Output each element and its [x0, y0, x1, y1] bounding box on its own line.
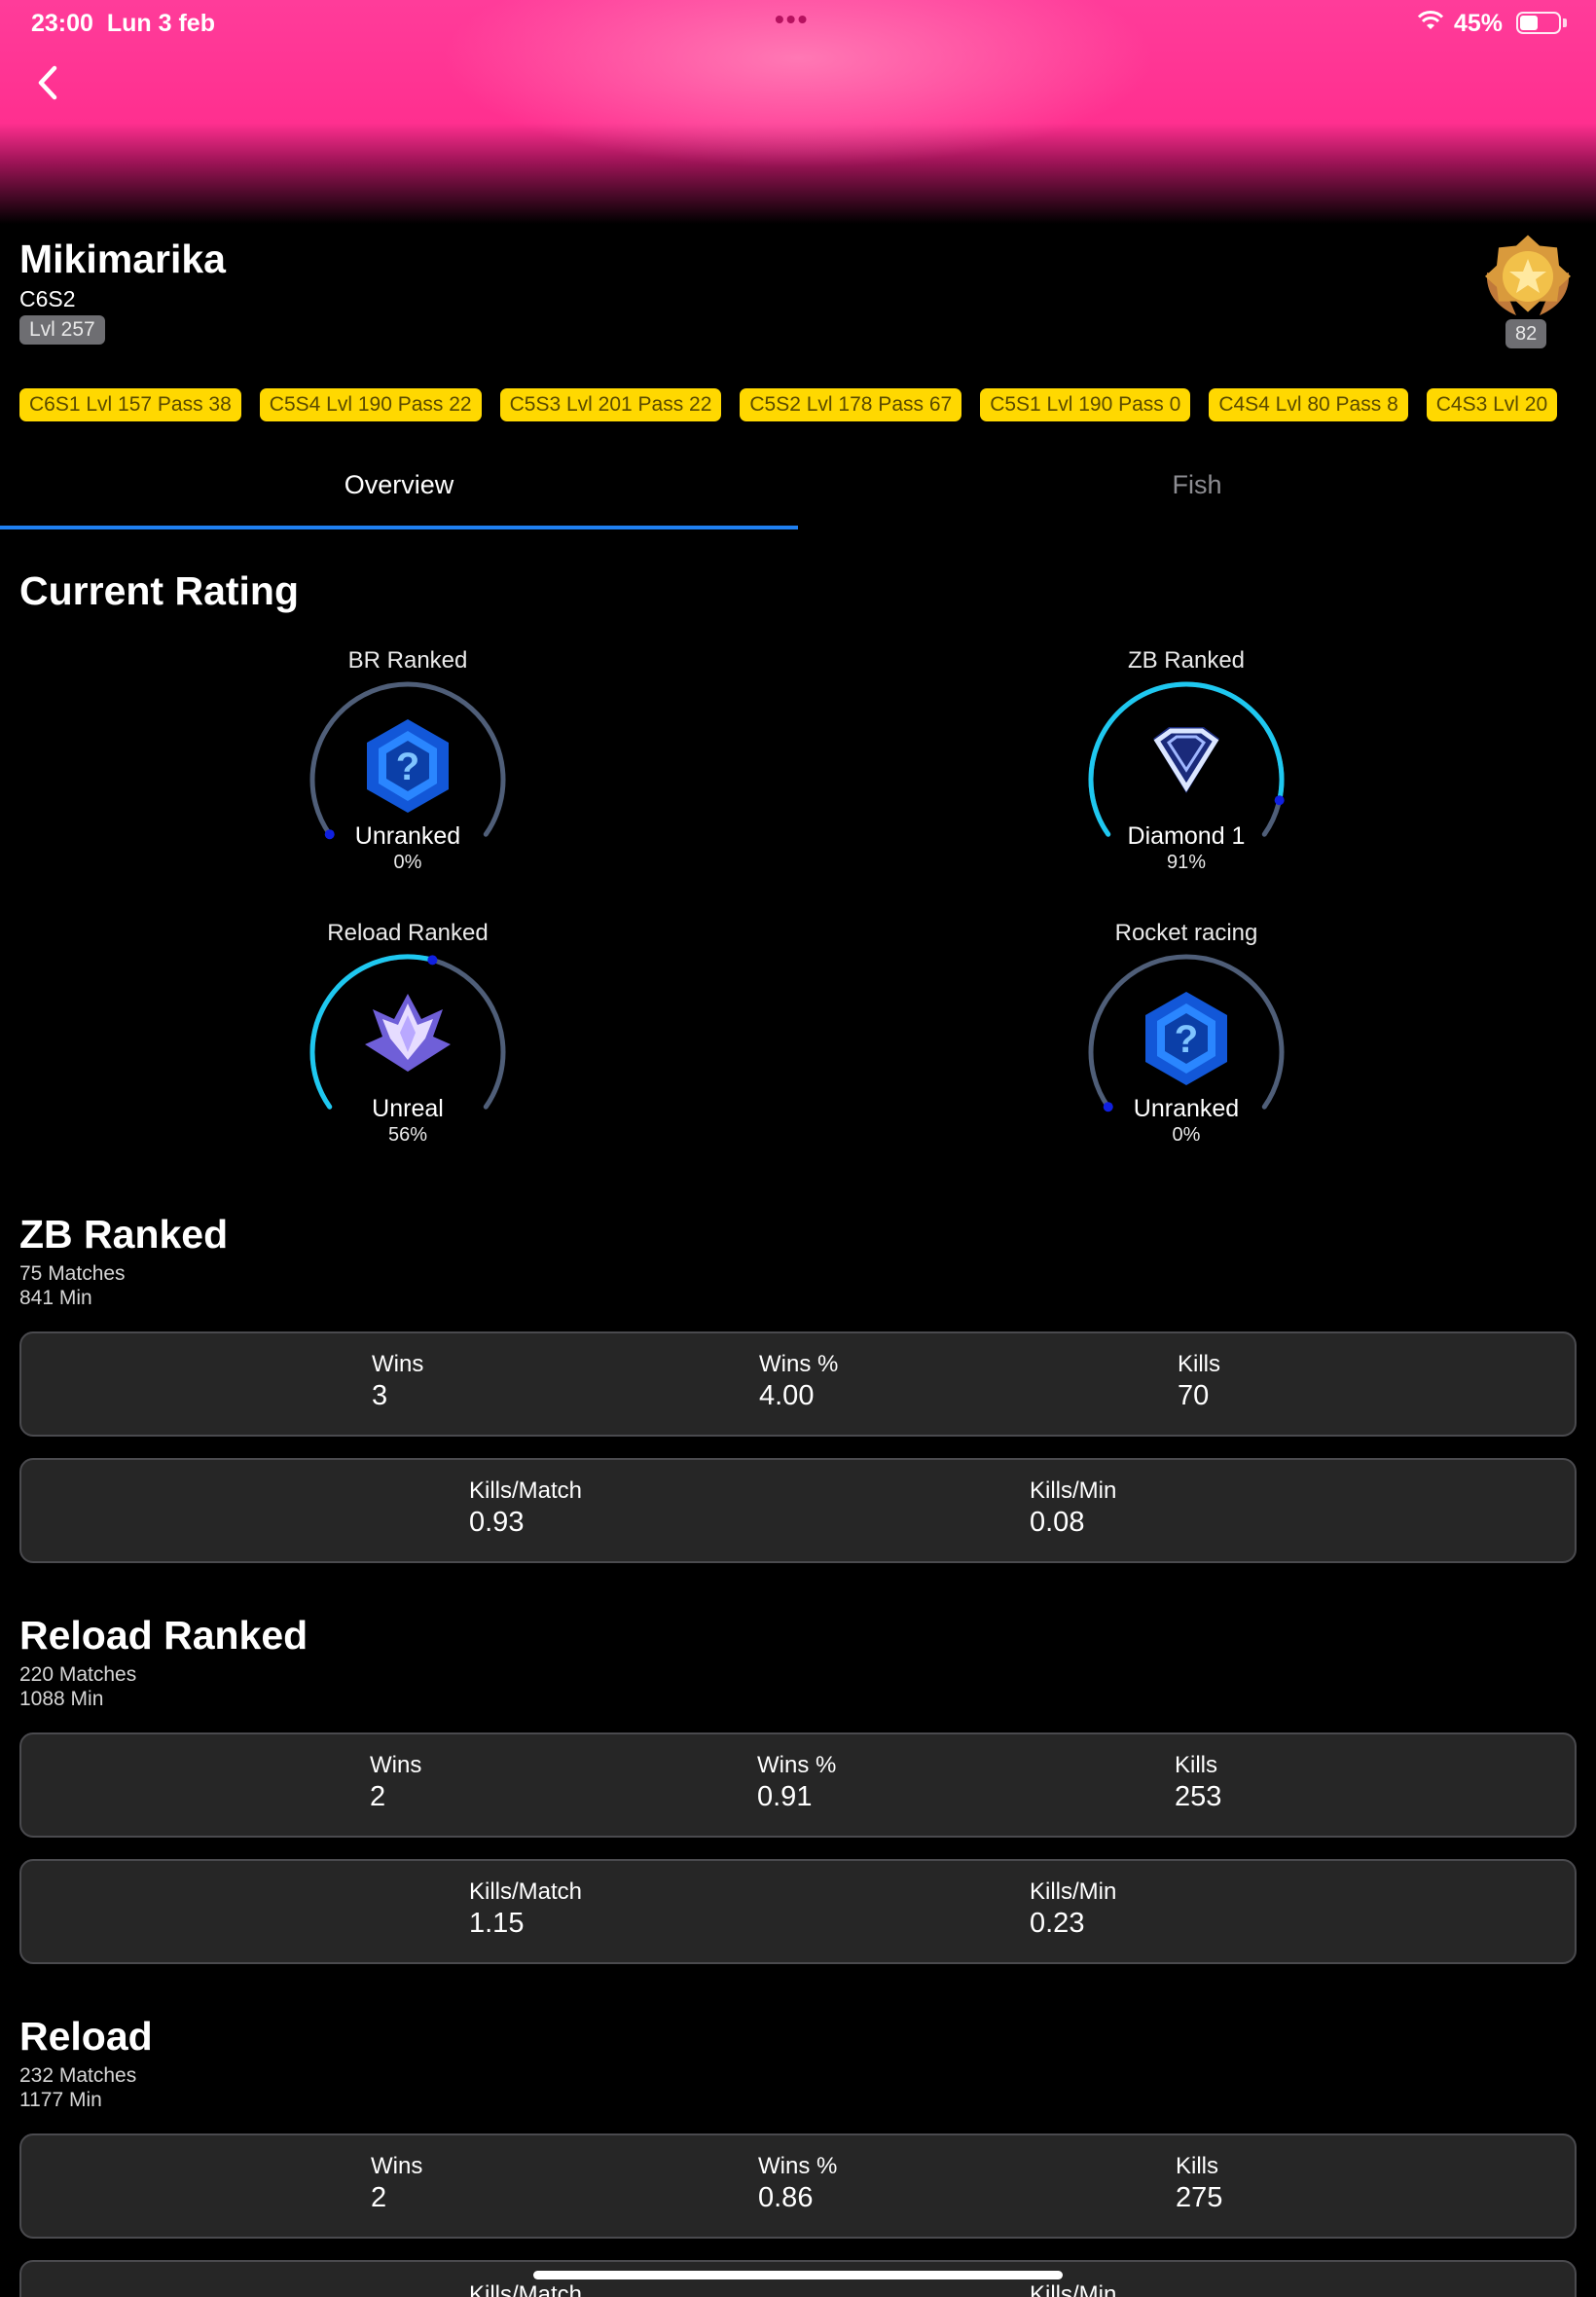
tab-fish[interactable]: Fish — [798, 457, 1596, 531]
stat-kills-per-match: Kills/Match — [469, 2281, 583, 2297]
gauge-rank: Diamond 1 — [1127, 822, 1246, 850]
pass-chip[interactable]: C6S1 Lvl 157 Pass 38 — [19, 388, 241, 421]
stat-wins-percent: Wins % 4.00 — [759, 1351, 839, 1411]
stat-kills-per-min: Kills/Min — [1030, 2281, 1117, 2297]
gauge-title: Rocket racing — [1114, 920, 1258, 946]
minutes-played: 1177 Min — [19, 2089, 102, 2111]
home-indicator[interactable] — [533, 2271, 1063, 2279]
stat-kills: Kills 70 — [1178, 1351, 1221, 1411]
gauge-percent: 0% — [1172, 1124, 1201, 1146]
gauge-rank: Unranked — [354, 822, 461, 850]
stat-wins-percent: Wins % 0.91 — [757, 1752, 837, 1812]
matches-count: 220 Matches — [19, 1663, 137, 1686]
matches-count: 232 Matches — [19, 2064, 137, 2087]
battle-pass-strip[interactable]: C6S1 Lvl 157 Pass 38 C5S4 Lvl 190 Pass 22… — [19, 388, 1596, 423]
gauge-rocket-racing[interactable]: Rocket racing ? Unranked 0% — [1040, 920, 1332, 1163]
stat-kills-per-match: Kills/Match 1.15 — [469, 1878, 583, 1939]
pass-chip[interactable]: C5S4 Lvl 190 Pass 22 — [259, 388, 482, 421]
unreal-crown-icon — [365, 994, 451, 1072]
status-bar: 23:00 Lun 3 feb ••• 45% — [0, 0, 1596, 47]
gauge-percent: 91% — [1166, 852, 1207, 873]
gauge-rank: Unreal — [372, 1095, 444, 1122]
player-name: Mikimarika — [19, 237, 226, 281]
tab-underline — [0, 526, 798, 529]
section-title: ZB Ranked — [19, 1212, 229, 1257]
stats-card: Kills/Match 1.15 Kills/Min 0.23 — [19, 1859, 1577, 1964]
battle-star-medal-icon[interactable] — [1477, 234, 1578, 323]
battery-icon — [1516, 12, 1561, 34]
gauge-title: Reload Ranked — [327, 920, 489, 946]
stats-card: Wins 2 Wins % 0.86 Kills 275 — [19, 2133, 1577, 2239]
gauge-zb-ranked[interactable]: ZB Ranked Diamond 1 91% — [1040, 647, 1332, 891]
unranked-icon: ? — [367, 719, 449, 813]
gauge-title: ZB Ranked — [1127, 647, 1246, 674]
stats-card: Wins 2 Wins % 0.91 Kills 253 — [19, 1732, 1577, 1838]
minutes-played: 1088 Min — [19, 1688, 104, 1710]
stat-kills: Kills 275 — [1176, 2153, 1223, 2213]
gauge-reload-ranked[interactable]: Reload Ranked Unreal 56% — [262, 920, 554, 1163]
gauge-marker — [427, 955, 438, 966]
player-season: C6S2 — [19, 286, 76, 311]
pass-chip[interactable]: C5S3 Lvl 201 Pass 22 — [499, 388, 722, 421]
diamond-icon — [1153, 727, 1219, 793]
section-title: Reload Ranked — [19, 1613, 308, 1658]
gauge-rank: Unranked — [1133, 1095, 1240, 1122]
current-rating-title: Current Rating — [19, 568, 299, 613]
stat-wins: Wins 3 — [372, 1351, 424, 1411]
unranked-icon: ? — [1145, 992, 1227, 1085]
gauge-title: BR Ranked — [347, 647, 468, 674]
tab-bar: Overview Fish — [0, 457, 1596, 531]
stat-kills-per-min: Kills/Min 0.23 — [1030, 1878, 1117, 1939]
stat-wins-percent: Wins % 0.86 — [758, 2153, 838, 2213]
pass-chip[interactable]: C5S2 Lvl 178 Pass 67 — [740, 388, 962, 421]
gauge-marker — [1274, 795, 1285, 806]
medal-count: 82 — [1505, 319, 1547, 348]
pass-chip[interactable]: C4S4 Lvl 80 Pass 8 — [1209, 388, 1408, 421]
stat-kills-per-min: Kills/Min 0.08 — [1030, 1477, 1117, 1538]
pass-chip[interactable]: C5S1 Lvl 190 Pass 0 — [980, 388, 1191, 421]
stat-wins: Wins 2 — [371, 2153, 423, 2213]
battery-percent: 45% — [1454, 10, 1504, 37]
gauge-percent: 0% — [393, 852, 422, 873]
stats-card: Kills/Match 0.93 Kills/Min 0.08 — [19, 1458, 1577, 1563]
stats-card: Wins 3 Wins % 4.00 Kills 70 — [19, 1331, 1577, 1437]
tab-overview[interactable]: Overview — [0, 457, 798, 531]
pass-chip[interactable]: C4S3 Lvl 20 — [1426, 388, 1558, 421]
wifi-icon — [1417, 11, 1444, 29]
matches-count: 75 Matches — [19, 1262, 126, 1285]
stat-wins: Wins 2 — [370, 1752, 422, 1812]
gauge-percent: 56% — [387, 1124, 428, 1146]
status-time: 23:00 Lun 3 feb — [31, 10, 215, 37]
minutes-played: 841 Min — [19, 1287, 92, 1309]
stat-kills-per-match: Kills/Match 0.93 — [469, 1477, 583, 1538]
section-title: Reload — [19, 2014, 153, 2059]
svg-text:?: ? — [396, 746, 419, 788]
level-badge: Lvl 257 — [19, 315, 105, 345]
svg-text:?: ? — [1175, 1018, 1198, 1061]
stat-kills: Kills 253 — [1175, 1752, 1222, 1812]
back-button[interactable] — [29, 58, 68, 107]
multitasking-dots-icon[interactable]: ••• — [775, 4, 809, 35]
gauge-br-ranked[interactable]: BR Ranked ? Unranked 0% — [262, 647, 554, 891]
